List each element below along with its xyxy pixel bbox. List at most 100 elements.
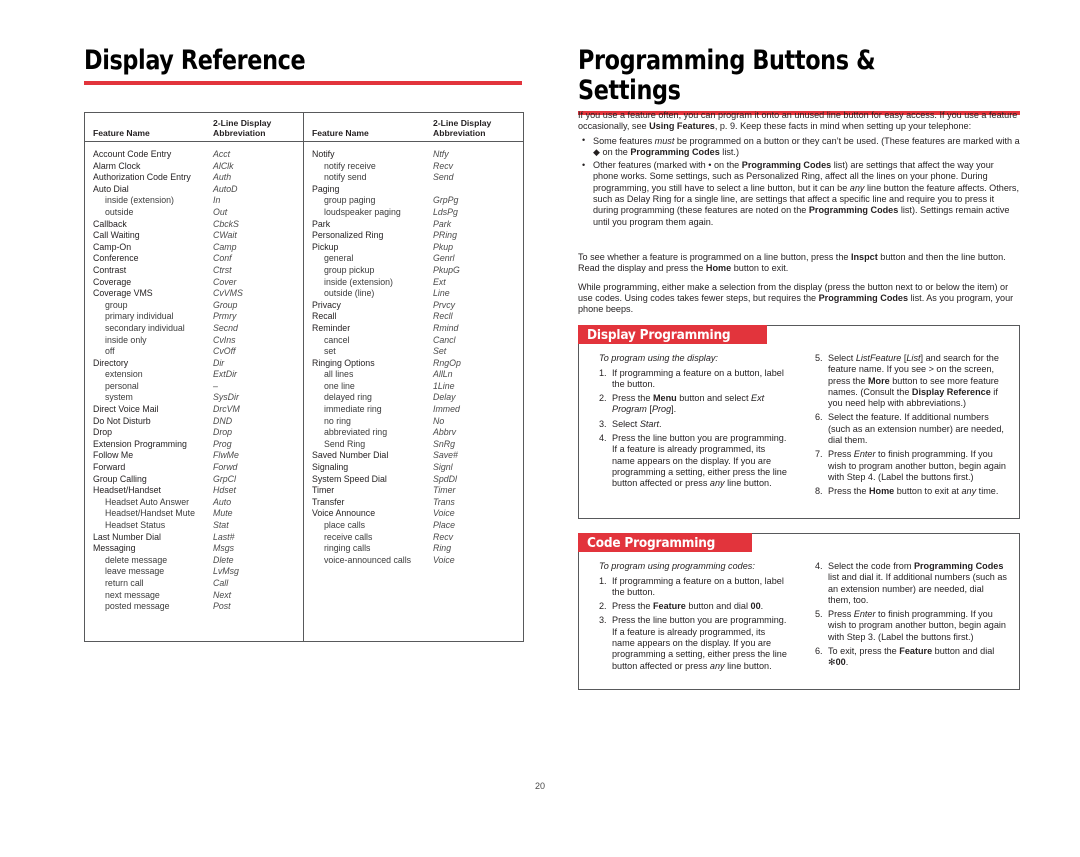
column-header-feature-name: Feature Name [93,128,150,138]
step-number: 3. [599,418,607,429]
feature-name-cell: cancel [324,334,350,345]
abbreviation-cell: Timer [433,485,456,496]
table-row: Ringing Options RngOp [312,358,517,370]
abbreviation-cell: Last# [213,531,235,542]
table-column-1: Feature Name 2-Line Display Abbreviation… [85,113,304,641]
abbreviation-cell: PkupG [433,264,460,275]
table-row: receive calls Recv [312,532,517,544]
table-row: Conference Conf [93,253,297,265]
code-programming-lead-in: To program using programming codes: [599,561,755,571]
abbreviation-cell: – [213,380,218,391]
table-row: one line 1Line [312,381,517,393]
feature-name-cell: Coverage VMS [93,288,153,299]
table-row: outside Out [93,207,297,219]
codes-paragraph: While programming, either make a selecti… [578,281,1014,315]
feature-name-cell: inside only [105,334,147,345]
abbreviation-cell: Save# [433,450,458,461]
step-number: 4. [815,561,823,571]
table-row: Drop Drop [93,427,297,439]
feature-name-cell: Do Not Disturb [93,415,151,426]
feature-name-cell: System Speed Dial [312,473,387,484]
abbreviation-cell: Call [213,577,229,588]
abbreviation-cell: Auth [213,172,232,183]
manual-page-spread: Display Reference Feature Name 2-Line Di… [0,0,1080,857]
table-row: Send Ring SnRg [312,439,517,451]
table-row: group pickup PkupG [312,265,517,277]
step-item: 2. Press the Menu button and select Ext P… [599,393,765,415]
abbreviation-cell: Dir [213,357,225,368]
feature-name-cell: delete message [105,554,168,565]
abbreviation-cell: Ctrst [213,264,232,275]
table-row: Reminder Rmind [312,323,517,335]
feature-name-cell: system [105,392,133,403]
step-item: 2. Press the Feature button and dial 00. [599,601,764,612]
feature-name-cell: Drop [93,427,113,438]
abbreviation-cell: Send [433,172,454,183]
abbreviation-cell: Cancl [433,334,456,345]
feature-name-cell: notify receive [324,160,376,171]
feature-name-cell: place calls [324,520,366,530]
intro-paragraph: If you use a feature often, you can prog… [578,110,1018,132]
abbreviation-cell: Msgs [213,543,235,554]
table-row: inside (extension) Ext [312,277,517,289]
feature-name-cell: delayed ring [324,392,372,403]
abbreviation-cell: Acct [213,149,231,159]
table-row: system SysDir [93,392,297,404]
feature-name-cell: Follow Me [93,450,134,461]
abbreviation-cell: AllLn [433,369,453,380]
feature-name-cell: abbreviated ring [324,427,388,438]
feature-name-cell: Park [312,218,331,229]
bullet-icon: • [582,159,586,170]
table-row: secondary individual Secnd [93,323,297,335]
step-number: 3. [599,615,607,626]
abbreviation-cell: CvIns [213,334,236,345]
abbreviation-cell: Camp [213,241,237,252]
table-row: Camp-On Camp [93,242,297,254]
abbreviation-cell: GrpPg [433,195,459,206]
feature-name-cell: posted message [105,601,170,612]
table-header-row: Feature Name 2-Line Display Abbreviation [85,113,303,142]
feature-name-cell: all lines [324,369,354,380]
abbreviation-cell: CbckS [213,218,239,229]
abbreviation-cell: SpdDl [433,473,457,484]
abbreviation-cell: No [433,415,445,426]
feature-name-cell: Direct Voice Mail [93,404,159,415]
feature-name-cell: general [324,253,354,264]
feature-name-cell: secondary individual [105,322,185,333]
display-programming-steps-right: 5. Select ListFeature [List] and search f… [799,353,1019,501]
abbreviation-cell: LvMsg [213,566,239,577]
table-row: Headset/Handset Mute Mute [93,508,297,520]
step-item: 6. Select the feature. If additional numb… [815,412,1004,446]
step-item: 6. To exit, press the Feature button and … [815,646,995,668]
step-number: 7. [815,449,823,460]
table-row: primary individual Prmry [93,311,297,323]
feature-name-cell: return call [105,577,144,588]
table-row: Privacy Prvcy [312,300,517,312]
abbreviation-cell: LdsPg [433,206,458,217]
table-body-column-1: Account Code Entry Acct Alarm Clock AlClk Au… [85,142,303,613]
display-programming-banner: Display Programming [578,325,767,344]
display-programming-lead-in: To program using the display: [599,353,718,363]
abbreviation-cell: Next [213,589,232,600]
feature-name-cell: group pickup [324,264,375,275]
step-item: 1. If programming a feature on a button, … [599,575,784,597]
feature-name-cell: Headset/Handset Mute [105,508,195,519]
table-row: Transfer Trans [312,497,517,509]
step-number: 5. [815,609,823,620]
feature-name-cell: Timer [312,485,335,496]
table-row: set Set [312,346,517,358]
table-row: Saved Number Dial Save# [312,450,517,462]
feature-name-cell: Directory [93,357,129,368]
feature-name-cell: Signaling [312,462,349,473]
feature-name-cell: Personalized Ring [312,230,384,241]
feature-name-cell: Camp-On [93,241,132,252]
feature-name-cell: extension [105,369,143,380]
abbreviation-cell: Ring [433,543,452,554]
abbreviation-cell: Prvcy [433,299,455,310]
list-item: • Some features must be programmed on a b… [582,135,1020,157]
abbreviation-cell: FlwMe [213,450,239,461]
step-number: 1. [599,575,607,586]
abbreviation-cell: Group [213,299,238,310]
abbreviation-cell: Secnd [213,322,238,333]
abbreviation-cell: Forwd [213,462,238,473]
